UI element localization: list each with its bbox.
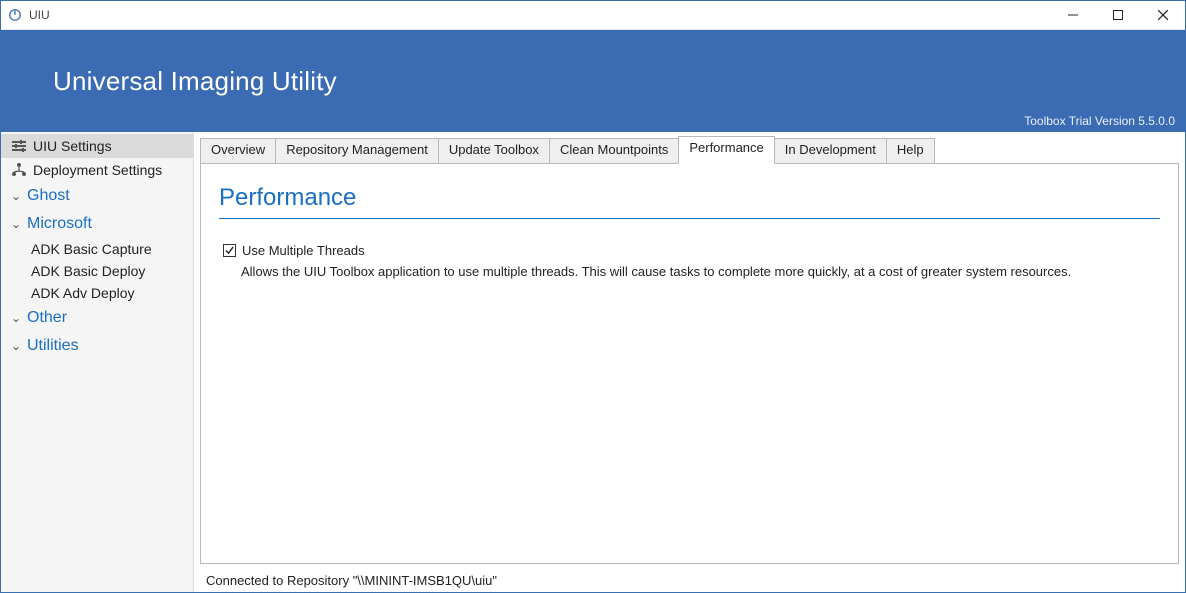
sidebar-group-other[interactable]: ⌄ Other xyxy=(1,304,193,332)
tab-label: Performance xyxy=(689,140,763,155)
maximize-button[interactable] xyxy=(1095,1,1140,29)
tab-overview[interactable]: Overview xyxy=(200,138,276,164)
chevron-down-icon: ⌄ xyxy=(9,217,23,231)
close-button[interactable] xyxy=(1140,1,1185,29)
tab-label: Help xyxy=(897,142,924,157)
titlebar: UIU xyxy=(1,1,1185,30)
sidebar-sub-label: ADK Adv Deploy xyxy=(31,285,135,301)
tab-label: Clean Mountpoints xyxy=(560,142,668,157)
sidebar-group-label: Ghost xyxy=(27,187,70,205)
sidebar-sub-adk-basic-capture[interactable]: ADK Basic Capture xyxy=(1,238,193,260)
tabstrip: Overview Repository Management Update To… xyxy=(194,132,1185,164)
tab-performance[interactable]: Performance xyxy=(678,136,774,164)
sidebar-sub-adk-basic-deploy[interactable]: ADK Basic Deploy xyxy=(1,260,193,282)
tab-label: Update Toolbox xyxy=(449,142,539,157)
tab-repository-management[interactable]: Repository Management xyxy=(275,138,439,164)
sidebar-item-uiu-settings[interactable]: UIU Settings xyxy=(1,134,193,158)
sidebar: UIU Settings Deployment Settings ⌄ Ghost… xyxy=(1,132,194,592)
deployment-icon xyxy=(11,162,27,178)
checkbox-label: Use Multiple Threads xyxy=(242,243,365,258)
title-underline xyxy=(219,218,1160,219)
chevron-down-icon: ⌄ xyxy=(9,189,23,203)
tab-help[interactable]: Help xyxy=(886,138,935,164)
tab-label: In Development xyxy=(785,142,876,157)
body: UIU Settings Deployment Settings ⌄ Ghost… xyxy=(1,132,1185,592)
sidebar-group-label: Microsoft xyxy=(27,215,92,233)
app-window: UIU Universal Imaging Utility Toolbox Tr… xyxy=(0,0,1186,593)
tab-label: Overview xyxy=(211,142,265,157)
window-title: UIU xyxy=(29,8,50,22)
version-text: Toolbox Trial Version 5.5.0.0 xyxy=(1024,114,1175,128)
tab-clean-mountpoints[interactable]: Clean Mountpoints xyxy=(549,138,679,164)
checkbox-description: Allows the UIU Toolbox application to us… xyxy=(241,264,1160,279)
main-area: Overview Repository Management Update To… xyxy=(194,132,1185,592)
sidebar-sub-label: ADK Basic Capture xyxy=(31,241,152,257)
status-text: Connected to Repository "\\MININT-IMSB1Q… xyxy=(206,573,497,588)
sidebar-item-label: UIU Settings xyxy=(33,138,112,154)
product-name: Universal Imaging Utility xyxy=(53,66,1185,97)
chevron-down-icon: ⌄ xyxy=(9,339,23,353)
banner: Universal Imaging Utility Toolbox Trial … xyxy=(1,30,1185,132)
tab-in-development[interactable]: In Development xyxy=(774,138,887,164)
check-icon xyxy=(225,246,234,255)
tab-content: Performance Use Multiple Threads Allows … xyxy=(200,163,1179,564)
sidebar-group-label: Other xyxy=(27,309,67,327)
sidebar-sub-label: ADK Basic Deploy xyxy=(31,263,145,279)
page-title: Performance xyxy=(219,184,1160,212)
settings-icon xyxy=(11,138,27,154)
sidebar-item-label: Deployment Settings xyxy=(33,162,162,178)
sidebar-group-microsoft[interactable]: ⌄ Microsoft xyxy=(1,210,193,238)
status-bar: Connected to Repository "\\MININT-IMSB1Q… xyxy=(200,570,1179,590)
window-controls xyxy=(1050,1,1185,29)
sidebar-group-label: Utilities xyxy=(27,337,79,355)
tab-update-toolbox[interactable]: Update Toolbox xyxy=(438,138,550,164)
use-multiple-threads-row: Use Multiple Threads xyxy=(223,243,1160,258)
tab-label: Repository Management xyxy=(286,142,428,157)
chevron-down-icon: ⌄ xyxy=(9,311,23,325)
sidebar-sub-adk-adv-deploy[interactable]: ADK Adv Deploy xyxy=(1,282,193,304)
sidebar-item-deployment-settings[interactable]: Deployment Settings xyxy=(1,158,193,182)
minimize-button[interactable] xyxy=(1050,1,1095,29)
app-icon xyxy=(7,7,23,23)
sidebar-group-utilities[interactable]: ⌄ Utilities xyxy=(1,332,193,360)
use-multiple-threads-checkbox[interactable] xyxy=(223,244,236,257)
sidebar-group-ghost[interactable]: ⌄ Ghost xyxy=(1,182,193,210)
